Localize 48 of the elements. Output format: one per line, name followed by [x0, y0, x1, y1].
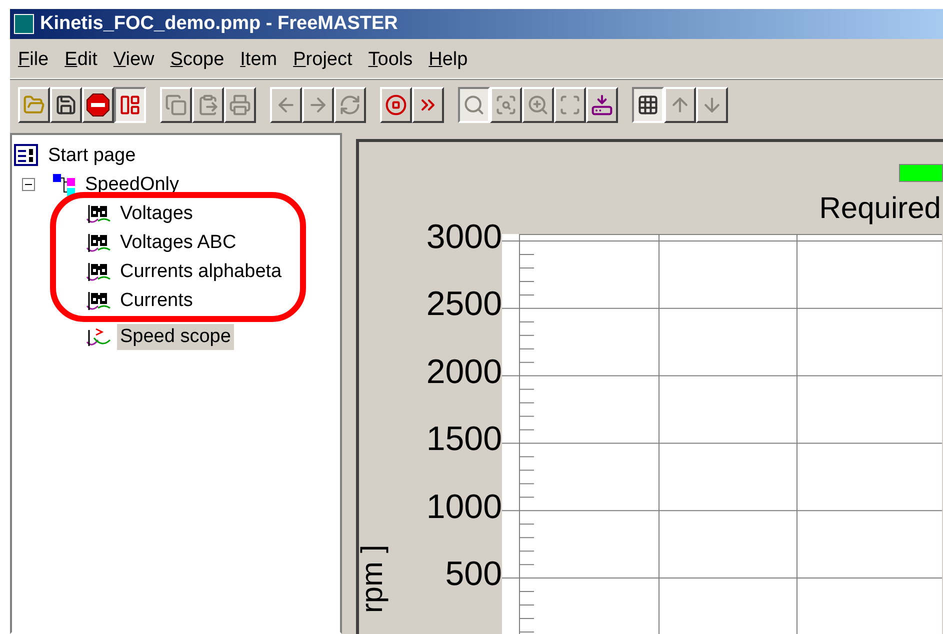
tree-item[interactable]: SpeedOnly — [51, 170, 182, 199]
tree-item[interactable]: Currents alphabeta — [86, 257, 300, 286]
blocks-icon — [51, 172, 77, 196]
tick-label: 1500 — [426, 419, 502, 460]
toolbar-button[interactable] — [632, 86, 664, 122]
menu-item[interactable]: Edit — [56, 46, 106, 75]
binoculars-icon — [86, 290, 112, 312]
tree-item[interactable]: Start page — [14, 141, 139, 170]
tick-label: 2500 — [426, 284, 502, 324]
stop-icon — [385, 94, 407, 116]
printer-icon — [229, 94, 251, 116]
tree-item[interactable]: Currents — [86, 286, 300, 315]
binoculars-icon — [86, 232, 112, 254]
menu-item[interactable]: Tools — [360, 46, 421, 75]
magnifier-icon — [463, 94, 485, 116]
folder-icon — [23, 94, 45, 116]
magnifier-icon — [495, 94, 517, 116]
tree-item[interactable]: Speed scope — [86, 322, 340, 351]
copy-icon — [165, 94, 187, 116]
y-axis-label: rpm ] — [356, 544, 390, 614]
waveform-icon — [86, 326, 112, 348]
window-icon — [119, 94, 141, 116]
tick-label: 1000 — [426, 486, 502, 527]
menu-item[interactable]: Project — [285, 46, 360, 75]
zoom-in-icon — [527, 94, 549, 116]
menu-item[interactable]: View — [105, 46, 162, 75]
menu-item[interactable]: Scope — [162, 46, 232, 75]
menu-item[interactable]: File — [10, 46, 57, 75]
collapse-toggle[interactable] — [22, 178, 35, 191]
tree-item[interactable]: Voltages — [86, 199, 300, 228]
page-icon — [14, 144, 40, 168]
binoculars-icon — [86, 202, 112, 224]
chart-title: Required — [819, 191, 941, 227]
grid-icon — [637, 94, 659, 116]
menu-item[interactable]: Item — [232, 46, 286, 75]
stop-sign-icon — [86, 92, 110, 116]
menu-item[interactable]: Help — [420, 46, 476, 75]
window-title: Kinetis_FOC_demo.pmp - FreeMASTER — [40, 12, 398, 36]
tree-item[interactable]: Voltages ABC — [86, 228, 300, 257]
paste-icon — [197, 94, 219, 116]
binoculars-icon — [86, 260, 112, 282]
tick-label: 500 — [445, 554, 502, 594]
tick-label: 3000 — [426, 217, 502, 257]
tick-label: 2000 — [426, 352, 502, 392]
refresh-icon — [339, 94, 361, 116]
scan-icon — [559, 94, 581, 116]
app-icon — [14, 14, 34, 34]
toolbar-button[interactable] — [114, 86, 146, 122]
